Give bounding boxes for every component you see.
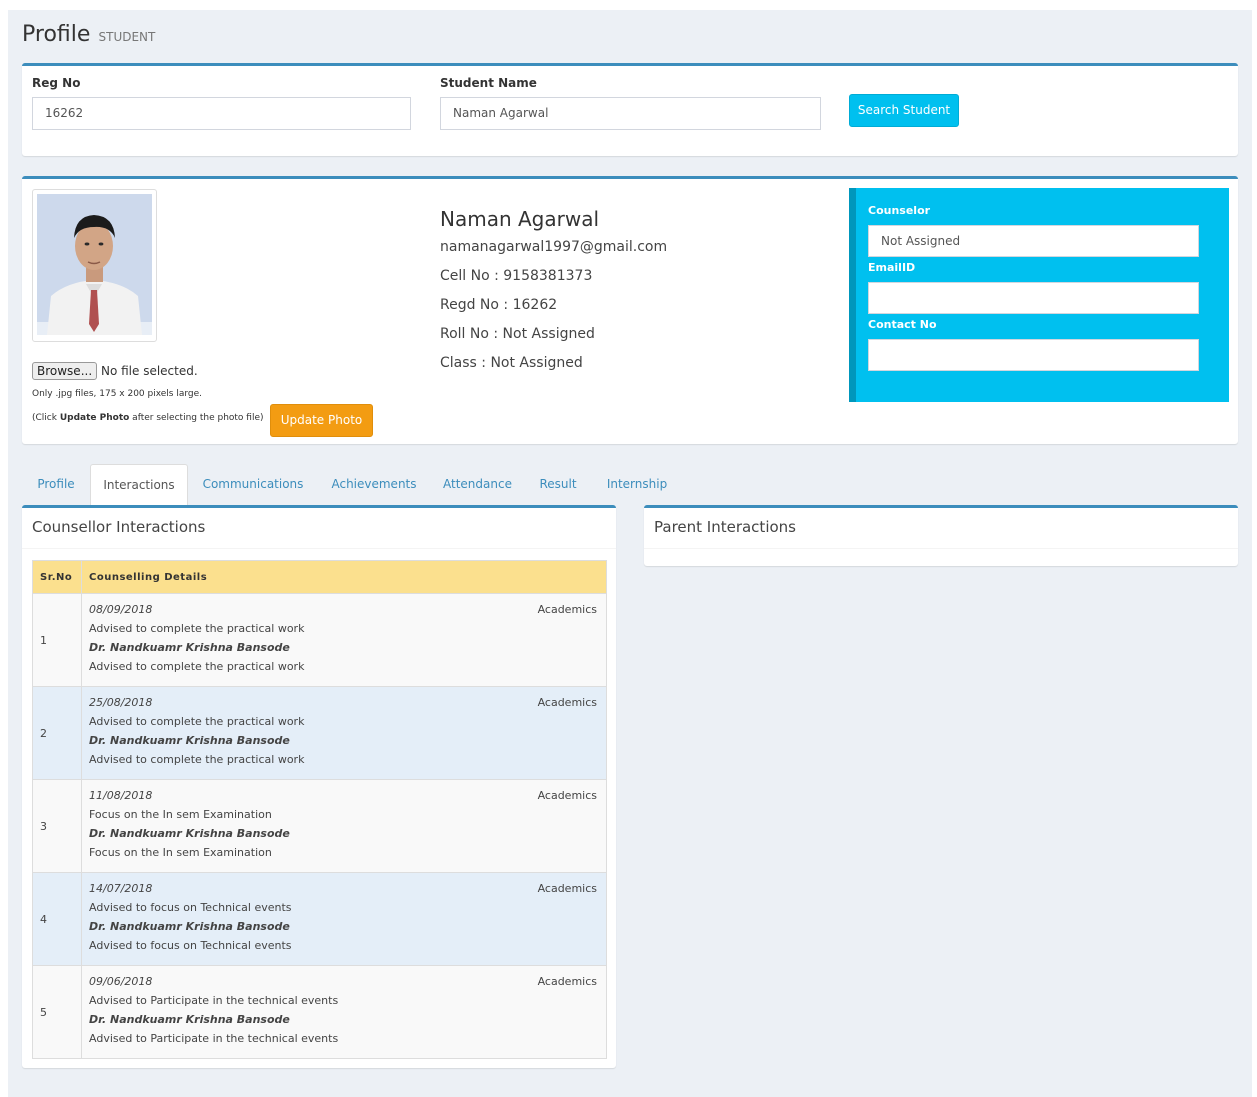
- details-block: 09/06/2018 Advised to Participate in the …: [89, 973, 599, 1051]
- counsellor-interactions-box: Counsellor Interactions Sr.No Counsellin…: [22, 505, 616, 1068]
- row-srno: 5: [32, 965, 82, 1059]
- student-regd: Regd No : 16262: [440, 297, 558, 313]
- student-roll: Roll No : Not Assigned: [440, 326, 595, 342]
- interaction-date: 14/07/2018: [89, 882, 153, 895]
- interaction-category: Academics: [537, 882, 597, 895]
- counselling-table: Sr.No Counselling Details 1 08/09/2018 Adv…: [32, 560, 607, 1059]
- interaction-remark: Advised to complete the practical work: [89, 660, 305, 673]
- profile-box: Browse... No file selected. Only .jpg fi…: [22, 176, 1238, 444]
- row-srno: 3: [32, 779, 82, 873]
- photo-size-hint: Only .jpg files, 175 x 200 pixels large.: [32, 389, 203, 399]
- interaction-category: Academics: [537, 789, 597, 802]
- tab-profile[interactable]: Profile: [22, 464, 90, 505]
- tab-attendance[interactable]: Attendance: [430, 464, 525, 505]
- student-name-group: Student Name Naman Agarwal: [440, 76, 821, 130]
- table-row: 3 11/08/2018 Focus on the In sem Examinati…: [32, 779, 607, 873]
- reg-no-group: Reg No 16262: [32, 76, 411, 130]
- content-wrapper: Profile STUDENT Reg No 16262 Student Nam…: [8, 10, 1252, 1097]
- browse-button[interactable]: Browse...: [32, 362, 98, 380]
- interaction-remark: Focus on the In sem Examination: [89, 846, 272, 859]
- counsellor-name: Dr. Nandkuamr Krishna Bansode: [89, 734, 290, 747]
- reg-no-input[interactable]: 16262: [32, 97, 411, 130]
- reg-no-label: Reg No: [32, 76, 81, 90]
- row-srno: 2: [32, 686, 82, 780]
- student-cell: Cell No : 9158381373: [440, 268, 593, 284]
- counselor-field[interactable]: Not Assigned: [868, 225, 1199, 257]
- interaction-category: Academics: [537, 696, 597, 709]
- row-srno: 4: [32, 872, 82, 966]
- search-student-button[interactable]: Search Student: [849, 94, 959, 127]
- counsellor-name: Dr. Nandkuamr Krishna Bansode: [89, 1013, 290, 1026]
- row-details: 09/06/2018 Advised to Participate in the …: [81, 965, 607, 1059]
- interaction-date: 25/08/2018: [89, 696, 153, 709]
- file-status: No file selected.: [100, 364, 198, 378]
- counsellor-interactions-title: Counsellor Interactions: [22, 508, 616, 549]
- interaction-remark: Advised to Participate in the technical …: [89, 1032, 339, 1045]
- interaction-advice: Focus on the In sem Examination: [89, 808, 272, 821]
- student-class: Class : Not Assigned: [440, 355, 583, 371]
- counsellor-name: Dr. Nandkuamr Krishna Bansode: [89, 920, 290, 933]
- contact-field[interactable]: [868, 339, 1199, 371]
- interaction-advice: Advised to focus on Technical events: [89, 901, 292, 914]
- row-details: 08/09/2018 Advised to complete the practi…: [81, 593, 607, 687]
- row-srno: 1: [32, 593, 82, 687]
- file-input-row: Browse... No file selected.: [32, 362, 198, 380]
- student-name: Naman Agarwal: [440, 207, 600, 231]
- counselor-label: Counselor: [868, 204, 931, 217]
- interaction-advice: Advised to complete the practical work: [89, 715, 305, 728]
- photo-update-hint: (Click Update Photo after selecting the …: [32, 413, 264, 423]
- student-photo: [37, 194, 152, 335]
- table-row: 5 09/06/2018 Advised to Participate in the…: [32, 965, 607, 1059]
- table-row: 1 08/09/2018 Advised to complete the pract…: [32, 593, 607, 687]
- interaction-remark: Advised to focus on Technical events: [89, 939, 292, 952]
- student-email: namanagarwal1997@gmail.com: [440, 239, 668, 255]
- details-block: 08/09/2018 Advised to complete the practi…: [89, 601, 599, 679]
- page-title: Profile: [22, 22, 91, 47]
- interaction-category: Academics: [537, 975, 597, 988]
- email-label: EmailID: [868, 261, 916, 274]
- tab-interactions[interactable]: Interactions: [90, 464, 188, 505]
- details-block: 11/08/2018 Focus on the In sem Examinatio…: [89, 787, 599, 865]
- student-info: Naman Agarwal namanagarwal1997@gmail.com…: [440, 207, 667, 384]
- table-header-srno: Sr.No: [32, 560, 82, 594]
- contact-label: Contact No: [868, 318, 937, 331]
- hint-prefix: (Click: [32, 413, 60, 423]
- details-block: 14/07/2018 Advised to focus on Technical …: [89, 880, 599, 958]
- parent-interactions-box: Parent Interactions: [644, 505, 1238, 566]
- search-box: Reg No 16262 Student Name Naman Agarwal …: [22, 63, 1238, 156]
- tab-communications[interactable]: Communications: [188, 464, 318, 505]
- email-field[interactable]: [868, 282, 1199, 314]
- student-name-input[interactable]: Naman Agarwal: [440, 97, 821, 130]
- row-details: 14/07/2018 Advised to focus on Technical …: [81, 872, 607, 966]
- hint-suffix: after selecting the photo file): [129, 413, 264, 423]
- page-header: Profile STUDENT: [22, 10, 1238, 54]
- interaction-advice: Advised to Participate in the technical …: [89, 994, 339, 1007]
- details-block: 25/08/2018 Advised to complete the practi…: [89, 694, 599, 772]
- row-details: 11/08/2018 Focus on the In sem Examinatio…: [81, 779, 607, 873]
- tab-result[interactable]: Result: [525, 464, 591, 505]
- interaction-date: 09/06/2018: [89, 975, 153, 988]
- row-details: 25/08/2018 Advised to complete the practi…: [81, 686, 607, 780]
- counselor-panel: Counselor Not Assigned EmailID Contact N…: [849, 188, 1229, 402]
- counsellor-name: Dr. Nandkuamr Krishna Bansode: [89, 827, 290, 840]
- counsellor-name: Dr. Nandkuamr Krishna Bansode: [89, 641, 290, 654]
- tab-achievements[interactable]: Achievements: [318, 464, 430, 505]
- page-subtitle: STUDENT: [98, 30, 156, 44]
- interaction-remark: Advised to complete the practical work: [89, 753, 305, 766]
- interaction-advice: Advised to complete the practical work: [89, 622, 305, 635]
- table-row: 2 25/08/2018 Advised to complete the pract…: [32, 686, 607, 780]
- interaction-date: 08/09/2018: [89, 603, 153, 616]
- student-name-label: Student Name: [440, 76, 537, 90]
- table-row: 4 14/07/2018 Advised to focus on Technical…: [32, 872, 607, 966]
- hint-bold: Update Photo: [59, 413, 130, 423]
- student-photo-frame: [32, 189, 157, 342]
- table-header-details: Counselling Details: [81, 560, 607, 594]
- interaction-category: Academics: [537, 603, 597, 616]
- tab-internship[interactable]: Internship: [591, 464, 683, 505]
- interaction-date: 11/08/2018: [89, 789, 153, 802]
- update-photo-button[interactable]: Update Photo: [270, 404, 373, 437]
- parent-interactions-title: Parent Interactions: [644, 508, 1238, 549]
